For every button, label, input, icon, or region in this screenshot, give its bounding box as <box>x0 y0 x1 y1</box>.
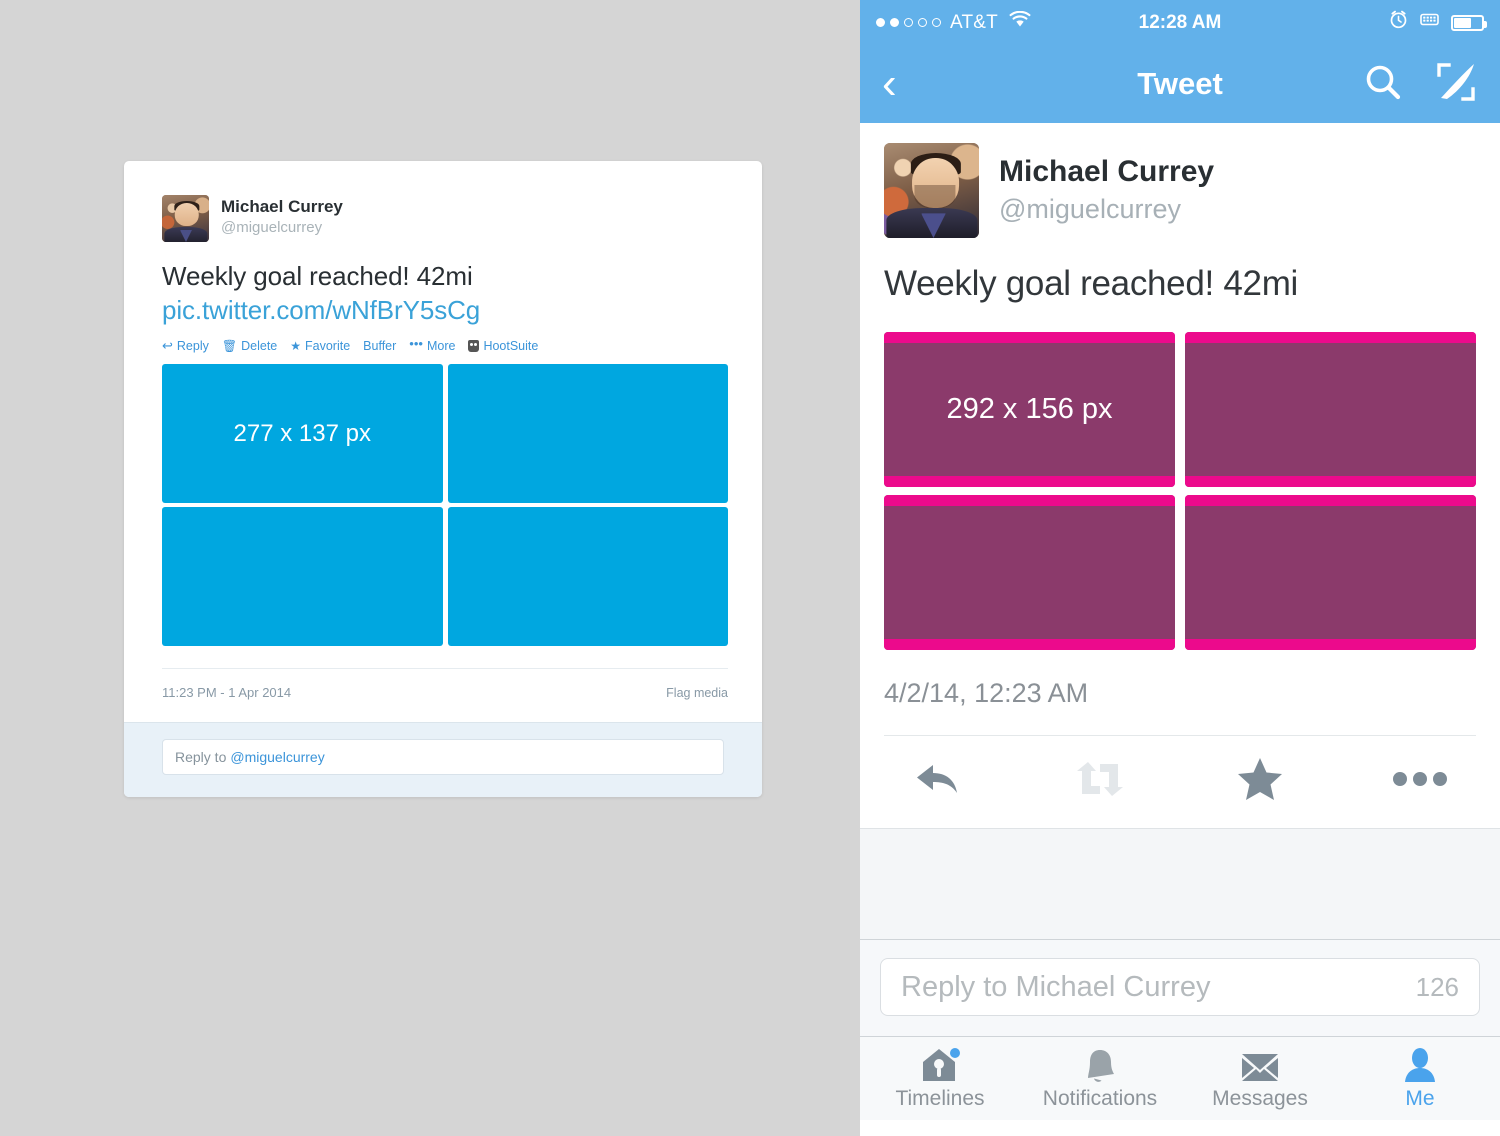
mobile-timestamp: 4/2/14, 12:23 AM <box>884 678 1089 708</box>
bell-icon <box>1082 1047 1118 1083</box>
desktop-media-tile[interactable] <box>447 364 728 503</box>
desktop-tweet-card: Michael Currey @miguelcurrey Weekly goal… <box>124 161 762 797</box>
tab-messages[interactable]: Messages <box>1180 1047 1340 1111</box>
mobile-favorite-button[interactable] <box>1180 756 1340 802</box>
mobile-media-tile[interactable] <box>1185 332 1476 487</box>
search-icon[interactable] <box>1362 61 1404 108</box>
envelope-icon <box>1240 1047 1280 1083</box>
mobile-username[interactable]: @miguelcurrey <box>999 192 1214 226</box>
tab-timelines[interactable]: Timelines <box>860 1047 1020 1111</box>
mobile-media-tile[interactable] <box>884 495 1175 650</box>
desktop-web-pane: Michael Currey @miguelcurrey Weekly goal… <box>0 0 860 1136</box>
tweet-detail-content: Michael Currey @miguelcurrey Weekly goal… <box>860 123 1500 1120</box>
desktop-reply-mention: @miguelcurrey <box>230 749 325 765</box>
mobile-more-button[interactable] <box>1340 769 1500 789</box>
birdhouse-icon <box>920 1047 960 1083</box>
desktop-tweet-header: Michael Currey @miguelcurrey <box>162 195 724 242</box>
mobile-reply-button[interactable] <box>860 758 1020 800</box>
tab-notifications[interactable]: Notifications <box>1020 1047 1180 1111</box>
desktop-tweet-media-link[interactable]: pic.twitter.com/wNfBrY5sCg <box>162 293 724 327</box>
battery-icon <box>1451 14 1487 31</box>
desktop-timestamp: 11:23 PM - 1 Apr 2014 <box>162 685 292 700</box>
mobile-tweet-text: Weekly goal reached! 42mi <box>884 264 1299 303</box>
tab-notifications-label: Notifications <box>1042 1086 1158 1110</box>
avatar[interactable] <box>884 143 979 238</box>
nav-bar-actions <box>1362 60 1478 109</box>
mobile-media-grid: 292 x 156 px <box>884 332 1476 650</box>
desktop-action-bar: ↩ Reply 🗑 Delete ★ Favorite Buffer ••• M… <box>162 335 724 354</box>
person-icon <box>1402 1047 1438 1083</box>
mobile-tweet-header: Michael Currey @miguelcurrey <box>884 143 1476 238</box>
avatar-face <box>174 202 199 227</box>
desktop-more-label: More <box>426 339 456 353</box>
desktop-reply-bar: Reply to @miguelcurrey <box>124 722 762 797</box>
desktop-delete-label: Delete <box>241 339 278 353</box>
desktop-hootsuite-action[interactable]: HootSuite <box>468 339 538 353</box>
desktop-tweet-text-block: Weekly goal reached! 42mi pic.twitter.co… <box>162 259 724 327</box>
mobile-media-tile-label: 292 x 156 px <box>946 393 1113 425</box>
desktop-flag-media-link[interactable]: Flag media <box>666 686 728 700</box>
status-bar-left: AT&T <box>876 10 1031 34</box>
desktop-media-tile[interactable] <box>447 507 728 646</box>
mobile-reply-input[interactable]: Reply to Michael Currey 126 <box>880 958 1480 1016</box>
ios-tab-bar: Timelines Notifications Messages Me <box>860 1036 1500 1120</box>
mobile-char-counter: 126 <box>1415 971 1459 1002</box>
wifi-icon <box>1009 10 1031 34</box>
mobile-media-tile[interactable]: 292 x 156 px <box>884 332 1175 487</box>
desktop-favorite-action[interactable]: ★ Favorite <box>290 339 350 353</box>
comparison-stage: Michael Currey @miguelcurrey Weekly goal… <box>0 0 1500 1136</box>
desktop-more-action[interactable]: ••• More <box>409 335 456 354</box>
desktop-buffer-label: Buffer <box>363 339 397 353</box>
tab-timelines-label: Timelines <box>895 1086 985 1110</box>
desktop-username[interactable]: @miguelcurrey <box>221 218 343 238</box>
tab-me-label: Me <box>1405 1086 1435 1110</box>
mobile-empty-panel <box>860 828 1500 940</box>
ios-nav-bar: ‹ Tweet <box>860 45 1500 123</box>
alarm-clock-icon <box>1389 10 1408 35</box>
desktop-media-tile[interactable] <box>162 507 443 646</box>
mobile-fullname[interactable]: Michael Currey <box>999 154 1214 190</box>
desktop-hootsuite-label: HootSuite <box>483 339 539 353</box>
reply-arrow-icon: ↩ <box>162 337 173 353</box>
desktop-delete-action[interactable]: 🗑 Delete <box>222 339 277 353</box>
ios-mobile-pane: AT&T 12:28 AM ‹ Tweet Michael Currey @mi… <box>860 0 1500 1136</box>
ellipsis-icon: ••• <box>409 335 423 351</box>
carrier-label: AT&T <box>950 11 998 33</box>
mobile-retweet-button[interactable] <box>1020 758 1180 800</box>
back-button[interactable]: ‹ <box>882 62 922 106</box>
star-icon: ★ <box>290 339 302 353</box>
mobile-reply-area: Reply to Michael Currey 126 <box>860 940 1500 1036</box>
tab-messages-label: Messages <box>1212 1086 1308 1110</box>
desktop-buffer-action[interactable]: Buffer <box>363 339 396 353</box>
desktop-reply-input[interactable]: Reply to @miguelcurrey <box>162 739 724 775</box>
desktop-media-grid: 277 x 137 px <box>162 364 728 646</box>
avatar[interactable] <box>162 195 209 242</box>
desktop-tweet-text: Weekly goal reached! 42mi <box>162 261 473 291</box>
mobile-media-tile[interactable] <box>1185 495 1476 650</box>
ios-status-bar: AT&T 12:28 AM <box>860 0 1500 45</box>
desktop-name-block: Michael Currey @miguelcurrey <box>221 195 343 238</box>
rotation-lock-icon <box>1419 11 1440 34</box>
desktop-fullname[interactable]: Michael Currey <box>221 196 343 217</box>
desktop-reply-label: Reply <box>176 339 209 353</box>
mobile-reply-placeholder: Reply to Michael Currey <box>901 970 1211 1003</box>
avatar-beard <box>913 184 956 210</box>
status-bar-right <box>1389 10 1487 35</box>
desktop-favorite-label: Favorite <box>305 339 351 353</box>
mobile-name-block: Michael Currey @miguelcurrey <box>999 143 1214 226</box>
tab-me[interactable]: Me <box>1340 1047 1500 1111</box>
desktop-tweet-body: Michael Currey @miguelcurrey Weekly goal… <box>124 161 762 722</box>
compose-quill-icon[interactable] <box>1434 60 1478 109</box>
mobile-action-bar <box>860 736 1500 828</box>
trash-icon: 🗑 <box>221 339 238 353</box>
hootsuite-owl-icon <box>468 340 480 352</box>
signal-strength-icon <box>876 18 941 27</box>
desktop-media-tile[interactable]: 277 x 137 px <box>162 364 443 503</box>
desktop-meta-row: 11:23 PM - 1 Apr 2014 Flag media <box>162 669 728 722</box>
desktop-reply-prefix: Reply to <box>175 749 227 765</box>
mobile-tweet-block: Michael Currey @miguelcurrey Weekly goal… <box>860 123 1500 650</box>
desktop-reply-action[interactable]: ↩ Reply <box>162 337 209 354</box>
